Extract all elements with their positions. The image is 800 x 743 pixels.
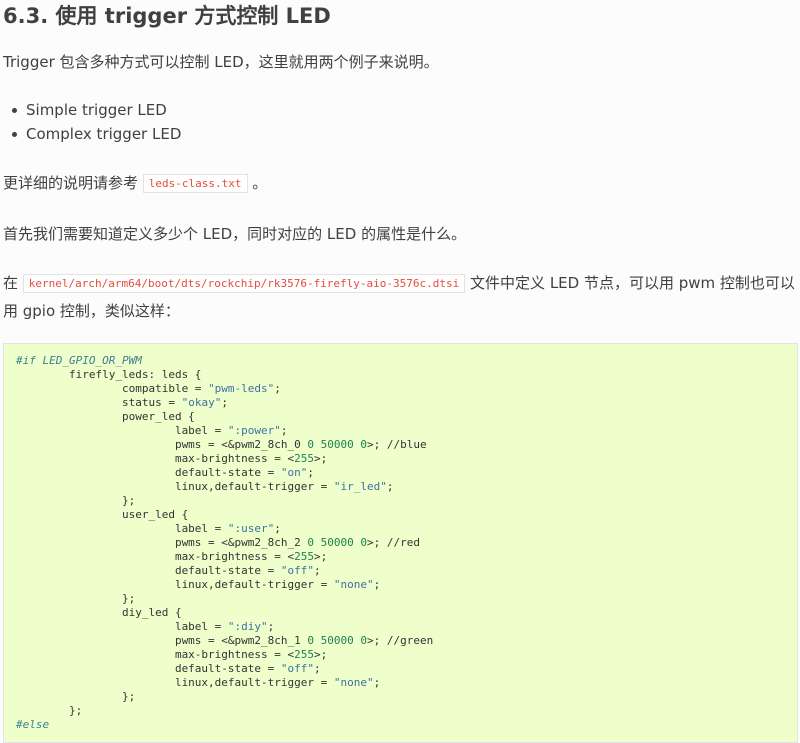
code-punct: ; <box>373 578 381 591</box>
code-key: linux,default-trigger = <box>16 480 334 493</box>
code-number: 0 <box>307 438 315 451</box>
code-string: "off" <box>280 564 315 577</box>
code-key: compatible = <box>16 382 209 395</box>
code-line: power_led { <box>16 410 195 423</box>
code-line: user_led { <box>16 508 189 521</box>
code-line: #else <box>16 718 50 731</box>
code-punct: ; <box>314 662 321 675</box>
dts-file-path: kernel/arch/arm64/boot/dts/rockchip/rk35… <box>22 274 466 293</box>
code-key: max-brightness = < <box>16 452 295 465</box>
list-item: Complex trigger LED <box>3 122 181 146</box>
code-key: max-brightness = < <box>16 648 295 661</box>
code-number: 50000 <box>320 536 354 549</box>
code-key: default-state = <box>16 662 281 675</box>
code-string: ":user" <box>227 522 275 535</box>
code-punct: ; <box>386 480 394 493</box>
code-key: status = <box>16 396 182 409</box>
code-string: ":diy" <box>227 620 268 633</box>
reference-after: 。 <box>252 174 268 192</box>
list-item-label: Simple trigger LED <box>26 101 167 119</box>
code-key: pwms = <&pwm2_8ch_1 <box>16 634 308 647</box>
code-key: label = <box>16 424 228 437</box>
code-string: "none" <box>333 578 374 591</box>
code-string: "okay" <box>181 396 222 409</box>
code-key: label = <box>16 620 228 633</box>
code-punct: ; <box>274 522 281 535</box>
code-punct: ; <box>267 620 275 633</box>
reference-before: 更详细的说明请参考 <box>3 174 139 192</box>
code-key: linux,default-trigger = <box>16 676 334 689</box>
code-string: "on" <box>280 466 308 479</box>
list-item: Simple trigger LED <box>3 98 181 122</box>
code-string: "none" <box>333 676 374 689</box>
section-heading: 6.3. 使用 trigger 方式控制 LED <box>3 4 331 28</box>
code-comment: >; //red <box>367 536 421 549</box>
code-comment: >; //green <box>367 634 434 647</box>
code-key: linux,default-trigger = <box>16 578 334 591</box>
code-number: 50000 <box>320 438 354 451</box>
code-key: pwms = <&pwm2_8ch_2 <box>16 536 308 549</box>
reference-file: leds-class.txt <box>142 174 248 193</box>
code-string: ":power" <box>227 424 281 437</box>
code-number: 50000 <box>320 634 354 647</box>
reference-paragraph: 更详细的说明请参考 leds-class.txt 。 <box>3 171 267 197</box>
question-paragraph: 首先我们需要知道定义多少个 LED，同时对应的 LED 的属性是什么。 <box>3 225 467 243</box>
bullet-icon <box>12 132 17 137</box>
code-number: 0 <box>307 634 315 647</box>
code-punct: ; <box>274 382 281 395</box>
code-string: "pwm-leds" <box>208 382 275 395</box>
code-punct: ; <box>373 676 381 689</box>
code-number: 255 <box>294 452 315 465</box>
code-punct: ; <box>280 424 288 437</box>
code-number: 0 <box>307 536 315 549</box>
dts-before: 在 <box>3 274 19 292</box>
code-key: default-state = <box>16 564 281 577</box>
code-key: default-state = <box>16 466 281 479</box>
code-line: }; <box>16 690 136 703</box>
code-punct: ; <box>221 396 228 409</box>
code-punct: ; <box>314 564 321 577</box>
code-line: }; <box>16 704 83 717</box>
code-punct: >; <box>314 550 328 563</box>
code-key: label = <box>16 522 228 535</box>
code-line: }; <box>16 494 136 507</box>
list-item-label: Complex trigger LED <box>26 125 182 143</box>
dts-code: #if LED_GPIO_OR_PWM firefly_leds: leds {… <box>4 344 797 742</box>
code-string: "ir_led" <box>333 480 387 493</box>
code-punct: >; <box>314 648 328 661</box>
example-list: Simple trigger LED Complex trigger LED <box>3 98 181 146</box>
code-punct: >; <box>314 452 328 465</box>
bullet-icon <box>12 108 17 113</box>
code-number: 255 <box>294 648 315 661</box>
code-key: max-brightness = < <box>16 550 295 563</box>
code-block: #if LED_GPIO_OR_PWM firefly_leds: leds {… <box>3 343 798 743</box>
code-line: firefly_leds: leds { <box>16 368 202 381</box>
intro-paragraph: Trigger 包含多种方式可以控制 LED，这里就用两个例子来说明。 <box>3 53 439 71</box>
code-punct: ; <box>307 466 315 479</box>
code-line: }; <box>16 592 136 605</box>
code-key: pwms = <&pwm2_8ch_0 <box>16 438 308 451</box>
code-line: #if LED_GPIO_OR_PWM <box>16 354 142 367</box>
code-line: diy_led { <box>16 606 182 619</box>
code-comment: >; //blue <box>367 438 427 451</box>
code-number: 255 <box>294 550 315 563</box>
code-string: "off" <box>280 662 315 675</box>
dts-paragraph: 在 kernel/arch/arm64/boot/dts/rockchip/rk… <box>3 270 798 324</box>
